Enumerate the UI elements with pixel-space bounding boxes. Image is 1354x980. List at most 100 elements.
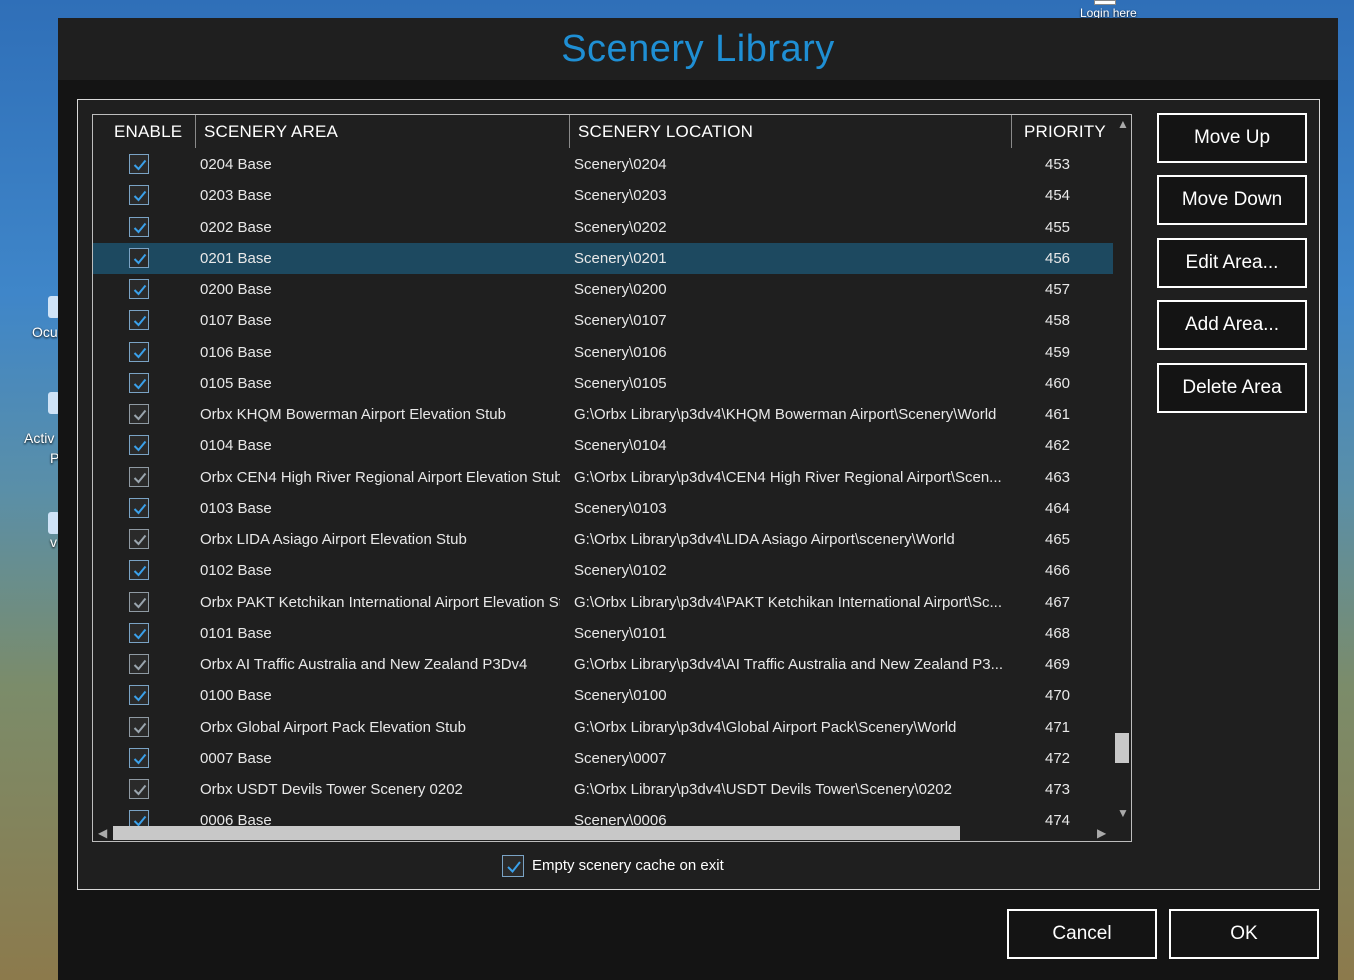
scenery-location-cell: Scenery\0202 xyxy=(574,218,667,236)
enable-checkbox[interactable] xyxy=(129,529,149,549)
add-area-button[interactable]: Add Area... xyxy=(1157,300,1307,350)
enable-checkbox[interactable] xyxy=(129,466,149,487)
table-row[interactable]: Orbx USDT Devils Tower Scenery 0202 G:\Or… xyxy=(93,774,1113,805)
empty-cache-label: Empty scenery cache on exit xyxy=(532,857,724,874)
empty-cache-checkbox[interactable] xyxy=(502,855,524,877)
scenery-location-cell: Scenery\0107 xyxy=(574,312,667,330)
scenery-location-cell: G:\Orbx Library\p3dv4\KHQM Bowerman Airp… xyxy=(574,406,997,423)
cancel-button[interactable]: Cancel xyxy=(1007,909,1157,959)
enable-checkbox[interactable] xyxy=(129,154,149,174)
table-row[interactable]: 0200 Base Scenery\0200 457 xyxy=(93,274,1113,305)
enable-checkbox[interactable] xyxy=(129,716,149,737)
priority-cell: 468 xyxy=(1045,624,1071,642)
checkmark-icon xyxy=(133,222,147,233)
enable-checkbox[interactable] xyxy=(129,747,149,768)
table-row[interactable]: 0105 Base Scenery\0105 460 xyxy=(93,368,1113,399)
enable-checkbox[interactable] xyxy=(129,247,149,268)
enable-checkbox[interactable] xyxy=(129,372,149,393)
scenery-library-dialog: Scenery Library ENABLE SCENERY AREA SCEN… xyxy=(58,18,1338,980)
ok-button[interactable]: OK xyxy=(1169,909,1319,959)
table-row[interactable]: 0104 Base Scenery\0104 462 xyxy=(93,430,1113,461)
scenery-area-cell: 0107 Base xyxy=(200,312,272,330)
enable-checkbox[interactable] xyxy=(129,654,149,674)
enable-checkbox[interactable] xyxy=(129,341,149,362)
scenery-area-cell: Orbx KHQM Bowerman Airport Elevation Stu… xyxy=(200,406,506,423)
checkmark-icon xyxy=(133,691,147,702)
scenery-area-cell: 0102 Base xyxy=(200,562,272,580)
priority-cell: 462 xyxy=(1045,437,1071,455)
enable-checkbox[interactable] xyxy=(129,591,149,612)
scenery-location-cell: Scenery\0105 xyxy=(574,374,667,392)
table-row[interactable]: 0204 Base Scenery\0204 453 xyxy=(93,149,1113,180)
table-row[interactable]: 0201 Base Scenery\0201 456 xyxy=(93,242,1113,274)
priority-cell: 459 xyxy=(1045,343,1071,361)
column-header-enable[interactable]: ENABLE xyxy=(93,115,196,148)
table-row[interactable]: Orbx KHQM Bowerman Airport Elevation Stu… xyxy=(93,399,1113,430)
enable-checkbox[interactable] xyxy=(129,216,149,237)
priority-cell: 470 xyxy=(1045,687,1071,705)
table-row[interactable]: 0007 Base Scenery\0007 472 xyxy=(93,743,1113,774)
scroll-up-arrow-icon[interactable]: ▲ xyxy=(1117,118,1129,130)
move-up-button[interactable]: Move Up xyxy=(1157,113,1307,163)
enable-checkbox[interactable] xyxy=(129,185,149,206)
scenery-location-cell: Scenery\0007 xyxy=(574,749,667,767)
enable-checkbox[interactable] xyxy=(129,622,149,643)
enable-checkbox[interactable] xyxy=(129,404,149,424)
table-row[interactable]: 0102 Base Scenery\0102 466 xyxy=(93,555,1113,586)
dialog-title: Scenery Library xyxy=(561,28,835,70)
column-header-scenery-location[interactable]: SCENERY LOCATION xyxy=(570,115,1012,148)
table-row[interactable]: Orbx AI Traffic Australia and New Zealan… xyxy=(93,649,1113,680)
checkmark-icon xyxy=(133,409,147,421)
move-down-button[interactable]: Move Down xyxy=(1157,175,1307,225)
table-row[interactable]: 0203 Base Scenery\0203 454 xyxy=(93,180,1113,211)
scroll-right-arrow-icon[interactable]: ▶ xyxy=(1097,827,1106,839)
scenery-location-cell: Scenery\0204 xyxy=(574,156,667,173)
scenery-area-cell: Orbx AI Traffic Australia and New Zealan… xyxy=(200,656,528,673)
scenery-area-cell: 0203 Base xyxy=(200,187,272,205)
table-row[interactable]: 0100 Base Scenery\0100 470 xyxy=(93,680,1113,711)
enable-checkbox[interactable] xyxy=(129,279,149,299)
desktop-shortcut[interactable]: Login here xyxy=(1080,0,1170,20)
scenery-location-cell: Scenery\0103 xyxy=(574,499,667,517)
vertical-scrollbar[interactable]: ▲ ▼ xyxy=(1114,115,1131,825)
table-row[interactable]: Orbx CEN4 High River Regional Airport El… xyxy=(93,462,1113,493)
column-header-priority[interactable]: PRIORITY xyxy=(1012,115,1114,148)
priority-cell: 460 xyxy=(1045,374,1071,392)
enable-checkbox[interactable] xyxy=(129,560,149,581)
table-row[interactable]: 0101 Base Scenery\0101 468 xyxy=(93,618,1113,649)
table-row[interactable]: 0107 Base Scenery\0107 458 xyxy=(93,305,1113,336)
enable-checkbox[interactable] xyxy=(129,497,149,518)
scenery-location-cell: Scenery\0101 xyxy=(574,624,667,642)
table-row[interactable]: Orbx PAKT Ketchikan International Airpor… xyxy=(93,587,1113,618)
enable-checkbox[interactable] xyxy=(129,310,149,331)
scroll-left-arrow-icon[interactable]: ◀ xyxy=(98,827,107,839)
checkmark-icon xyxy=(133,722,147,733)
table-row[interactable]: Orbx Global Airport Pack Elevation Stub G… xyxy=(93,712,1113,743)
edit-area-button[interactable]: Edit Area... xyxy=(1157,238,1307,288)
scenery-area-cell: 0007 Base xyxy=(200,749,272,767)
scroll-down-arrow-icon[interactable]: ▼ xyxy=(1117,807,1129,819)
table-row[interactable]: 0103 Base Scenery\0103 464 xyxy=(93,493,1113,524)
column-header-scenery-area[interactable]: SCENERY AREA xyxy=(196,115,570,148)
checkmark-icon xyxy=(133,347,147,358)
enable-checkbox[interactable] xyxy=(129,435,149,456)
scenery-area-cell: Orbx PAKT Ketchikan International Airpor… xyxy=(200,593,560,611)
scenery-area-cell: 0202 Base xyxy=(200,218,272,236)
table-row[interactable]: 0106 Base Scenery\0106 459 xyxy=(93,337,1113,368)
vertical-scroll-thumb[interactable] xyxy=(1115,733,1129,763)
horizontal-scrollbar[interactable]: ◀ ▶ xyxy=(93,824,1114,841)
table-row[interactable]: Orbx LIDA Asiago Airport Elevation Stub G… xyxy=(93,524,1113,555)
scenery-table: ENABLE SCENERY AREA SCENERY LOCATION PRI… xyxy=(92,114,1132,842)
scenery-area-cell: 0103 Base xyxy=(200,499,272,517)
priority-cell: 456 xyxy=(1045,249,1071,267)
scenery-area-cell: 0204 Base xyxy=(200,156,272,173)
enable-checkbox[interactable] xyxy=(129,685,149,706)
scenery-location-cell: G:\Orbx Library\p3dv4\CEN4 High River Re… xyxy=(574,468,1002,486)
priority-cell: 457 xyxy=(1045,281,1071,298)
desktop-icon-strip: Ocu Activ P v xyxy=(0,0,60,980)
table-row[interactable]: 0202 Base Scenery\0202 455 xyxy=(93,212,1113,243)
enable-checkbox[interactable] xyxy=(129,779,149,799)
delete-area-button[interactable]: Delete Area xyxy=(1157,363,1307,413)
horizontal-scroll-thumb[interactable] xyxy=(113,826,960,840)
content-panel: ENABLE SCENERY AREA SCENERY LOCATION PRI… xyxy=(77,99,1320,890)
